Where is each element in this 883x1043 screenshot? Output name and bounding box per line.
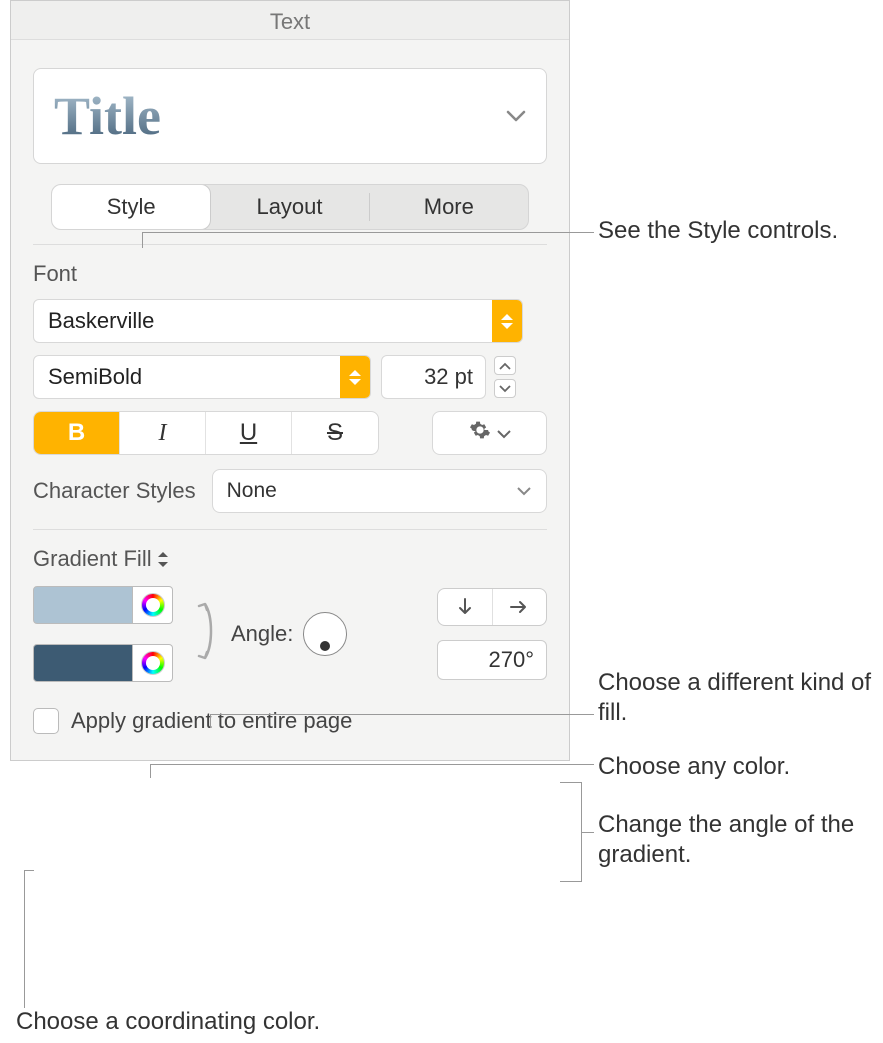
swap-colors-button[interactable]: [187, 596, 217, 672]
callout-line: [150, 764, 151, 778]
tab-layout[interactable]: Layout: [210, 185, 368, 229]
callout-fill-type: Choose a different kind of fill.: [598, 668, 878, 728]
callout-line: [24, 870, 34, 871]
italic-button[interactable]: I: [120, 412, 206, 454]
underline-button[interactable]: U: [206, 412, 292, 454]
angle-control: Angle:: [231, 612, 347, 656]
chevron-down-icon: [516, 479, 532, 503]
gear-icon: [469, 419, 491, 447]
callout-angle: Change the angle of the gradient.: [598, 810, 878, 870]
font-weight-select[interactable]: SemiBold: [33, 355, 371, 399]
fill-type-label: Gradient Fill: [33, 546, 152, 572]
gradient-color-swatches: [33, 586, 173, 682]
angle-value: 270°: [488, 647, 534, 673]
callout-line: [582, 832, 594, 833]
tab-bar: Style Layout More: [51, 184, 529, 230]
character-style-value: None: [227, 479, 277, 503]
size-step-up[interactable]: [494, 356, 516, 375]
callout-line: [210, 714, 594, 715]
font-label: Font: [33, 261, 547, 287]
divider: [33, 529, 547, 530]
advanced-options-button[interactable]: [432, 411, 547, 455]
select-stepper-icon: [340, 356, 370, 398]
angle-dial[interactable]: [303, 612, 347, 656]
chevron-down-icon: [497, 421, 511, 445]
callout-any-color: Choose any color.: [598, 752, 790, 782]
font-size-value: 32 pt: [424, 364, 473, 390]
gradient-color-2-well[interactable]: [33, 644, 133, 682]
gradient-direction-segment: [437, 588, 547, 626]
callout-coordinating-color: Choose a coordinating color.: [16, 1008, 320, 1036]
gradient-color-1-picker[interactable]: [133, 586, 173, 624]
angle-dial-indicator: [320, 641, 330, 651]
paragraph-style-preview: Title: [54, 85, 161, 147]
strikethrough-button[interactable]: S: [292, 412, 378, 454]
color-wheel-icon: [141, 593, 165, 617]
select-stepper-icon: [492, 300, 522, 342]
fill-type-popup[interactable]: [158, 552, 168, 567]
callout-line: [150, 764, 594, 765]
apply-to-page-checkbox[interactable]: [33, 708, 59, 734]
text-style-segment: B I U S: [33, 411, 379, 455]
fill-section: Gradient Fill: [11, 534, 569, 760]
callout-bracket: [560, 782, 582, 882]
paragraph-style-dropdown[interactable]: Title: [33, 68, 547, 164]
callout-style-controls: See the Style controls.: [598, 216, 838, 246]
callout-line: [210, 714, 211, 728]
tab-more[interactable]: More: [370, 185, 528, 229]
font-family-select[interactable]: Baskerville: [33, 299, 523, 343]
character-style-select[interactable]: None: [212, 469, 547, 513]
tab-style[interactable]: Style: [51, 184, 211, 230]
angle-label: Angle:: [231, 621, 293, 647]
callout-line: [142, 232, 143, 248]
color-wheel-icon: [141, 651, 165, 675]
font-size-field[interactable]: 32 pt: [381, 355, 486, 399]
direction-horizontal-button[interactable]: [493, 589, 547, 625]
gradient-color-2-picker[interactable]: [133, 644, 173, 682]
direction-vertical-button[interactable]: [438, 589, 493, 625]
angle-field[interactable]: 270°: [437, 640, 547, 680]
callout-line: [24, 870, 25, 1008]
panel-title: Text: [11, 1, 569, 40]
font-family-value: Baskerville: [48, 308, 154, 334]
divider: [33, 244, 547, 245]
font-weight-value: SemiBold: [48, 364, 142, 390]
text-format-panel: Text Title Style Layout More Font Basker…: [10, 0, 570, 761]
font-size-stepper: [494, 356, 516, 398]
gradient-color-1-well[interactable]: [33, 586, 133, 624]
character-styles-label: Character Styles: [33, 478, 196, 504]
chevron-down-icon: [506, 109, 526, 123]
size-step-down[interactable]: [494, 379, 516, 398]
bold-button[interactable]: B: [34, 412, 120, 454]
font-section: Font Baskerville SemiBold 32 pt: [11, 249, 569, 525]
apply-to-page-label: Apply gradient to entire page: [71, 708, 352, 734]
callout-line: [142, 232, 594, 233]
